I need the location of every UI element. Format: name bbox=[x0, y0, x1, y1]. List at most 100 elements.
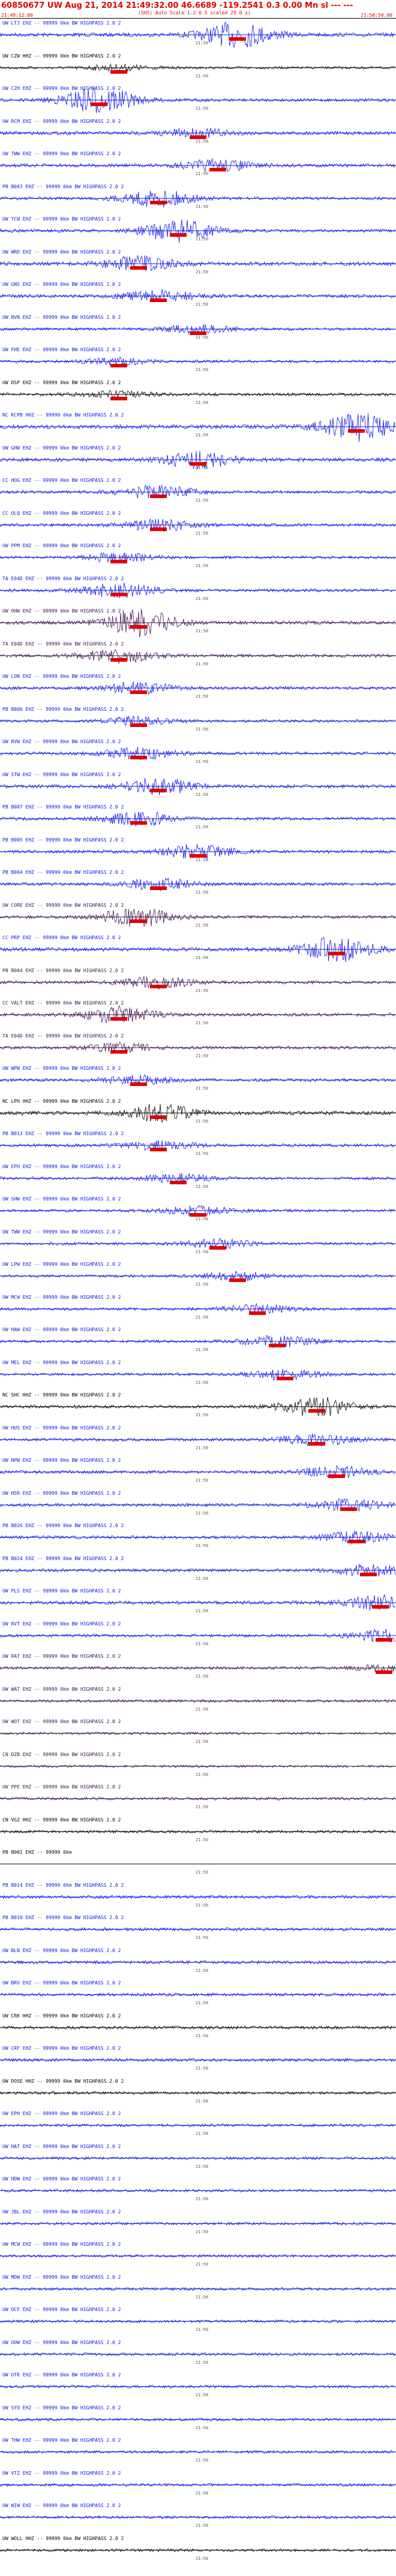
waveform bbox=[0, 1074, 396, 1085]
waveform bbox=[0, 63, 396, 72]
waveform bbox=[0, 2155, 396, 2160]
waveform bbox=[0, 485, 396, 499]
waveform bbox=[0, 877, 396, 891]
trace-row: PB B006 EHZ -- 99999 0km BW HIGHPASS 2.0… bbox=[0, 707, 396, 740]
waveform bbox=[0, 746, 396, 761]
waveform bbox=[0, 2254, 396, 2258]
trace-row: UW YCW EHZ -- 99999 0km BW HIGHPASS 2.0 … bbox=[0, 216, 396, 249]
waveform bbox=[0, 88, 396, 113]
phase-pick-marker bbox=[150, 984, 167, 988]
waveform bbox=[0, 975, 396, 990]
trace-row: UW STW EHZ -- 99999 0km BW HIGHPASS 2.0 … bbox=[0, 772, 396, 805]
waveform bbox=[0, 2123, 396, 2128]
waveform bbox=[0, 1172, 396, 1184]
phase-pick-marker bbox=[229, 37, 246, 41]
trace-row: PB B004 EHZ -- 99999 0km BW HIGHPASS 2.0… bbox=[0, 968, 396, 1001]
trace-row: UW RVT EHZ -- 99999 0km BW HIGHPASS 2.0 … bbox=[0, 1621, 396, 1654]
waveform bbox=[0, 608, 396, 638]
waveform bbox=[0, 1368, 396, 1381]
waveform bbox=[0, 1270, 396, 1281]
trace-signal bbox=[0, 648, 395, 664]
phase-pick-marker bbox=[130, 919, 147, 923]
phase-pick-marker bbox=[190, 461, 206, 466]
waveform bbox=[0, 715, 396, 726]
trace-row: UW CRF EHZ -- 99999 0km BW HIGHPASS 2.0 … bbox=[0, 2046, 396, 2079]
trace-row: UW SYO EHZ -- 99999 0km BW HIGHPASS 2.0 … bbox=[0, 2405, 396, 2438]
trace-row: PB B007 EHZ -- 99999 0km BW HIGHPASS 2.0… bbox=[0, 804, 396, 837]
trace-row: PB B001 EHZ -- 99999 0km 21:50 bbox=[0, 1850, 396, 1883]
waveform bbox=[0, 1041, 396, 1053]
waveform bbox=[0, 2548, 396, 2552]
trace-row: UW MEL EHZ -- 99999 0km BW HIGHPASS 2.0 … bbox=[0, 1360, 396, 1393]
trace-row: UW JBL EHZ -- 99999 0km BW HIGHPASS 2.0 … bbox=[0, 2209, 396, 2242]
trace-row: UW SHW EHZ -- 99999 0km BW HIGHPASS 2.0 … bbox=[0, 1196, 396, 1229]
waveform bbox=[0, 1530, 396, 1545]
trace-signal bbox=[0, 88, 395, 113]
waveform bbox=[0, 777, 396, 795]
waveform bbox=[0, 1006, 396, 1024]
phase-pick-marker bbox=[150, 200, 167, 204]
trace-signal bbox=[0, 937, 395, 963]
trace-row: PB B014 EHZ -- 99999 0km BW HIGHPASS 2.0… bbox=[0, 1883, 396, 1916]
phase-pick-marker bbox=[130, 1082, 147, 1086]
trace-row: TA E04D EHZ -- 99999 0km BW HIGHPASS 2.0… bbox=[0, 576, 396, 609]
trace-row: UW EPH EHZ -- 99999 0km BW HIGHPASS 2.0 … bbox=[0, 2111, 396, 2144]
waveform bbox=[0, 2188, 396, 2193]
waveform bbox=[0, 2319, 396, 2324]
trace-row: UW VTZ EHZ -- 99999 0km BW HIGHPASS 2.0 … bbox=[0, 2471, 396, 2503]
trace-row: UW DSP EHZ -- 99999 0km BW HIGHPASS 2.0 … bbox=[0, 380, 396, 413]
waveform bbox=[0, 219, 396, 243]
phase-pick-marker bbox=[130, 266, 147, 270]
trace-row: UW WOLL HHZ -- 99999 0km BW HIGHPASS 2.0… bbox=[0, 2536, 396, 2569]
waveform bbox=[0, 2515, 396, 2520]
phase-pick-marker bbox=[190, 331, 206, 335]
trace-row: UW RCM EHZ -- 99999 0km BW HIGHPASS 2.0 … bbox=[0, 119, 396, 152]
phase-pick-marker bbox=[150, 494, 167, 498]
waveform bbox=[0, 1335, 396, 1349]
phase-pick-marker bbox=[308, 1409, 325, 1413]
phase-pick-marker bbox=[359, 1572, 377, 1576]
waveform bbox=[0, 1103, 396, 1123]
trace-row: UW RAT EHZ -- 99999 0km BW HIGHPASS 2.0 … bbox=[0, 1654, 396, 1687]
trace-row: UW WPW EHZ -- 99999 0km BW HIGHPASS 2.0 … bbox=[0, 1066, 396, 1099]
waveform bbox=[0, 190, 396, 207]
waveform bbox=[0, 812, 396, 827]
trace-row: CN VGZ HHZ -- 99999 0km BW HIGHPASS 2.0 … bbox=[0, 1817, 396, 1850]
trace-row: UW BRV EHZ -- 99999 0km BW HIGHPASS 2.0 … bbox=[0, 1980, 396, 2013]
trace-row: UW WOT EHZ -- 99999 0km BW HIGHPASS 2.0 … bbox=[0, 1719, 396, 1752]
trace-row: UW HUS EHZ -- 99999 0km BW HIGHPASS 2.0 … bbox=[0, 1425, 396, 1458]
phase-pick-marker bbox=[110, 1049, 127, 1054]
trace-row: CN DZB EHZ -- 99999 0km BW HIGHPASS 2.0 … bbox=[0, 1752, 396, 1785]
waveform bbox=[0, 1594, 396, 1611]
trace-row: CC HOG EHZ -- 99999 0km BW HIGHPASS 2.0 … bbox=[0, 478, 396, 511]
waveform bbox=[0, 2450, 396, 2454]
trace-row: UW CZW HHZ -- 99999 0km BW HIGHPASS 2.0 … bbox=[0, 53, 396, 86]
waveform bbox=[0, 2417, 396, 2421]
trace-row: UW THW EHZ -- 99999 0km BW HIGHPASS 2.0 … bbox=[0, 2438, 396, 2471]
waveform bbox=[0, 1894, 396, 1899]
trace-row: UW HAW EHZ -- 99999 0km BW HIGHPASS 2.0 … bbox=[0, 1327, 396, 1360]
phase-pick-marker bbox=[249, 1311, 266, 1315]
waveform bbox=[0, 2221, 396, 2226]
trace-row: UW CORE EHZ -- 99999 0km BW HIGHPASS 2.0… bbox=[0, 903, 396, 936]
waveform bbox=[0, 518, 396, 532]
waveform bbox=[0, 2057, 396, 2062]
trace-row: UW CZH EHZ -- 99999 0km BW HIGHPASS 2.0 … bbox=[0, 86, 396, 119]
trace-row: TA E04D EHZ -- 99999 0km BW HIGHPASS 2.0… bbox=[0, 1033, 396, 1066]
waveform bbox=[0, 2090, 396, 2095]
seismogram-page: 60850677 UW Aug 21, 2014 21:49:32.00 46.… bbox=[0, 0, 396, 2576]
trace-row: UW TWW EHZ -- 99999 0km BW HIGHPASS 2.0 … bbox=[0, 1229, 396, 1262]
phase-pick-marker bbox=[110, 396, 127, 400]
waveform bbox=[0, 255, 396, 272]
trace-stack: UW LTJ EHZ -- 99999 0km BW HIGHPASS 2.0 … bbox=[0, 0, 396, 2576]
trace-row: UW MDW EHZ -- 99999 0km BW HIGHPASS 2.0 … bbox=[0, 2275, 396, 2307]
waveform bbox=[0, 681, 396, 695]
trace-row: UW NPW EHZ -- 99999 0km BW HIGHPASS 2.0 … bbox=[0, 1458, 396, 1491]
waveform bbox=[0, 1927, 396, 1932]
trace-row: UW HSR EHZ -- 99999 0km BW HIGHPASS 2.0 … bbox=[0, 1491, 396, 1524]
waveform bbox=[0, 413, 396, 442]
trace-signal bbox=[0, 190, 395, 207]
waveform bbox=[0, 389, 396, 398]
trace-row: UW GHW EHZ -- 99999 0km BW HIGHPASS 2.0 … bbox=[0, 445, 396, 478]
waveform bbox=[0, 1628, 396, 1643]
